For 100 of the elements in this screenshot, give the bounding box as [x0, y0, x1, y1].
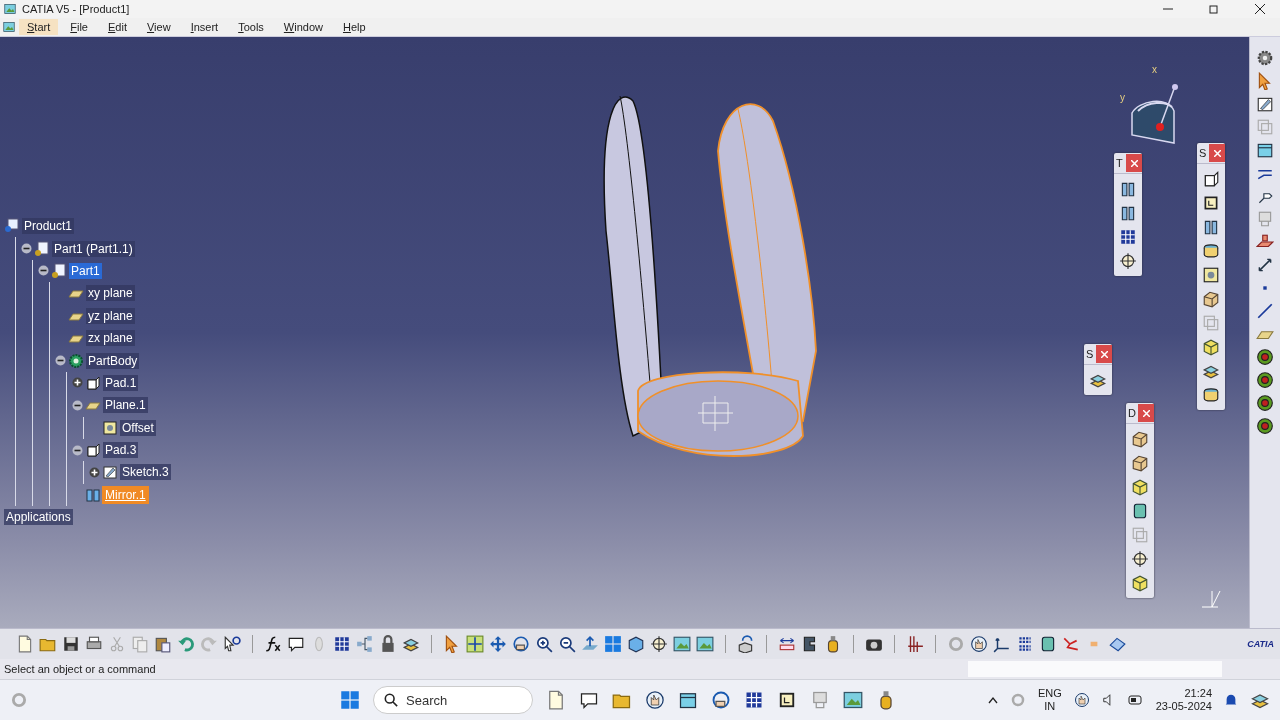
document-icon[interactable] — [546, 690, 566, 710]
numeric-icon[interactable] — [1016, 635, 1034, 653]
collapse-toggle[interactable] — [21, 243, 32, 255]
search-field[interactable]: Search — [373, 686, 533, 714]
bell-icon[interactable] — [1224, 693, 1238, 707]
zoom-out-icon[interactable] — [558, 635, 576, 653]
outline-box-icon[interactable] — [777, 690, 797, 710]
clock-time[interactable]: 21:24 — [1184, 687, 1212, 700]
wheel-icon[interactable] — [1256, 371, 1274, 389]
menu-item[interactable]: Tools — [230, 19, 272, 35]
tree-node[interactable]: Pad.1 — [103, 374, 139, 391]
clipboard-icon[interactable] — [154, 635, 172, 653]
picture-icon[interactable] — [673, 635, 691, 653]
tree-node[interactable]: Part1 (Part1.1) — [52, 240, 135, 257]
collapse-toggle[interactable] — [72, 444, 83, 456]
menu-item[interactable]: Help — [335, 19, 374, 35]
hand-globe-icon[interactable] — [645, 690, 665, 710]
windows-icon[interactable] — [340, 690, 360, 710]
language-indicator[interactable]: ENG — [1037, 687, 1062, 700]
zoom-in-icon[interactable] — [535, 635, 553, 653]
floppy-icon[interactable] — [62, 635, 80, 653]
rotate-icon[interactable] — [512, 635, 530, 653]
wheel-icon[interactable] — [1256, 394, 1274, 412]
wheel-icon[interactable] — [1256, 417, 1274, 435]
outline-box-icon[interactable] — [1202, 194, 1220, 212]
speech-bubble-icon[interactable] — [579, 690, 599, 710]
fit-all-icon[interactable] — [466, 635, 484, 653]
ring-shape-icon[interactable] — [1202, 386, 1220, 404]
tree-node[interactable]: Plane.1 — [103, 397, 148, 414]
table-icon[interactable] — [1119, 228, 1137, 246]
collapse-toggle[interactable] — [38, 265, 49, 277]
function-icon[interactable] — [264, 635, 282, 653]
cylinder-icon[interactable] — [1039, 635, 1057, 653]
undo-icon[interactable] — [177, 635, 195, 653]
collapse-toggle[interactable] — [55, 355, 66, 367]
cursor-icon[interactable] — [1256, 72, 1274, 90]
menu-item[interactable]: Start — [19, 19, 59, 35]
tree-node[interactable]: zx plane — [86, 330, 135, 347]
tree-node[interactable]: PartBody — [86, 352, 140, 369]
dimension-icon[interactable] — [1256, 256, 1274, 274]
split-shape-icon[interactable] — [1202, 218, 1220, 236]
pad-block-icon[interactable] — [1202, 170, 1220, 188]
table-icon[interactable] — [744, 690, 764, 710]
normal-view-icon[interactable] — [581, 635, 599, 653]
tan-block-icon[interactable] — [1131, 430, 1149, 448]
menu-item[interactable]: View — [138, 19, 179, 35]
tan-block-icon[interactable] — [1131, 454, 1149, 472]
hole-box-icon[interactable] — [1202, 266, 1220, 284]
window-box-icon[interactable] — [1256, 141, 1274, 159]
grid-lines-icon[interactable] — [906, 635, 924, 653]
cube-icon[interactable] — [627, 635, 645, 653]
tree-node[interactable]: Sketch.3 — [120, 464, 171, 481]
split-shape-icon[interactable] — [1119, 204, 1137, 222]
axis-icon[interactable] — [993, 635, 1011, 653]
menu-item[interactable]: File — [62, 19, 96, 35]
tree-node[interactable]: yz plane — [86, 307, 135, 324]
menu-item[interactable]: Window — [275, 19, 331, 35]
rotate-icon[interactable] — [711, 690, 731, 710]
tree-node[interactable]: xy plane — [86, 285, 135, 302]
line-icon[interactable] — [1256, 302, 1274, 320]
ruler-icon[interactable] — [778, 635, 796, 653]
crosshair-icon[interactable] — [1131, 550, 1149, 568]
clock-date[interactable]: 23-05-2024 — [1155, 700, 1212, 713]
ring-shape-icon[interactable] — [1202, 242, 1220, 260]
box-arrow-icon[interactable] — [737, 635, 755, 653]
tree-node[interactable]: Applications — [4, 509, 73, 526]
tree-node[interactable]: Part1 — [69, 262, 102, 279]
collapse-toggle[interactable] — [72, 399, 83, 411]
picture-icon[interactable] — [696, 635, 714, 653]
help-cursor-icon[interactable] — [223, 635, 241, 653]
region-indicator[interactable]: IN — [1044, 700, 1056, 713]
table-icon[interactable] — [333, 635, 351, 653]
solid-cube-icon[interactable] — [1131, 574, 1149, 592]
tree-node[interactable]: Product1 — [22, 218, 75, 235]
solid-cube-icon[interactable] — [1131, 478, 1149, 496]
sketch-icon[interactable] — [1256, 95, 1274, 113]
battery-icon[interactable] — [1127, 694, 1144, 706]
document-icon[interactable] — [16, 635, 34, 653]
speech-bubble-icon[interactable] — [287, 635, 305, 653]
crosshair-icon[interactable] — [650, 635, 668, 653]
crosshair-icon[interactable] — [1119, 252, 1137, 270]
pan-arrows-icon[interactable] — [489, 635, 507, 653]
menu-item[interactable]: Edit — [100, 19, 135, 35]
chevron-up-icon[interactable] — [987, 696, 998, 704]
cursor-icon[interactable] — [443, 635, 461, 653]
tree-node[interactable]: Pad.3 — [103, 442, 139, 459]
picture-icon[interactable] — [843, 690, 863, 710]
hand-globe-icon[interactable] — [1073, 692, 1090, 708]
lock-icon[interactable] — [379, 635, 397, 653]
cylinder-icon[interactable] — [1131, 502, 1149, 520]
windows-icon[interactable] — [604, 635, 622, 653]
gear-icon[interactable] — [1256, 49, 1274, 67]
hand-globe-icon[interactable] — [970, 635, 988, 653]
expand-toggle[interactable] — [89, 467, 100, 478]
tan-block-icon[interactable] — [1202, 290, 1220, 308]
window-box-icon[interactable] — [678, 690, 698, 710]
menu-item[interactable]: Insert — [182, 19, 227, 35]
expand-toggle[interactable] — [72, 377, 83, 389]
solid-cube-icon[interactable] — [1202, 338, 1220, 356]
wheel-icon[interactable] — [1256, 348, 1274, 366]
